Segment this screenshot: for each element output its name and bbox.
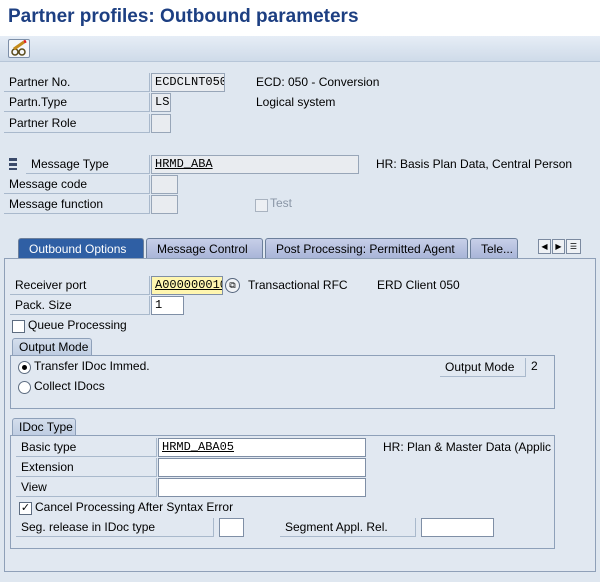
page-title: Partner profiles: Outbound parameters xyxy=(8,6,359,27)
tab-outbound-options[interactable]: Outbound Options xyxy=(18,238,144,259)
basic-type-description: HR: Plan & Master Data (Applic xyxy=(383,440,551,454)
view-field[interactable] xyxy=(158,478,366,497)
tab-scroll-left-icon[interactable]: ◀ xyxy=(538,239,551,254)
tab-message-control[interactable]: Message Control xyxy=(146,238,263,258)
extension-label: Extension xyxy=(16,458,157,477)
message-type-field[interactable]: HRMD_ABA xyxy=(151,155,359,174)
extension-field[interactable] xyxy=(158,458,366,477)
tab-telephony[interactable]: Tele... xyxy=(470,238,518,258)
output-mode-value: 2 xyxy=(531,359,538,373)
message-type-description: HR: Basis Plan Data, Central Person xyxy=(376,157,573,171)
partner-role-label: Partner Role xyxy=(4,114,150,133)
partner-no-description: ECD: 050 - Conversion xyxy=(256,75,380,89)
partner-role-field[interactable] xyxy=(151,114,171,133)
partner-type-label: Partn.Type xyxy=(4,93,150,112)
partner-type-field[interactable]: LS xyxy=(151,93,171,112)
required-entry-icon xyxy=(8,157,18,171)
queue-processing-checkbox[interactable] xyxy=(12,320,25,333)
receiver-port-field[interactable]: A000000010 xyxy=(151,276,223,295)
receiver-port-label: Receiver port xyxy=(10,276,150,295)
message-code-field[interactable] xyxy=(151,175,178,194)
pack-size-label: Pack. Size xyxy=(10,296,150,315)
tab-post-processing[interactable]: Post Processing: Permitted Agent xyxy=(265,238,468,258)
transfer-immediately-radio[interactable] xyxy=(18,361,31,374)
view-label: View xyxy=(16,478,157,497)
pack-size-field[interactable]: 1 xyxy=(151,296,184,315)
receiver-port-type: Transactional RFC xyxy=(248,278,348,292)
test-checkbox[interactable] xyxy=(255,199,268,212)
message-function-label: Message function xyxy=(4,195,150,214)
partner-no-label: Partner No. xyxy=(4,73,150,92)
output-mode-label: Output Mode xyxy=(440,358,526,377)
segment-appl-rel-label: Segment Appl. Rel. xyxy=(280,518,416,537)
seg-release-label: Seg. release in IDoc type xyxy=(16,518,214,537)
title-bar: Partner profiles: Outbound parameters xyxy=(0,0,600,36)
message-code-label: Message code xyxy=(4,175,150,194)
receiver-port-description: ERD Client 050 xyxy=(377,278,460,292)
basic-type-label: Basic type xyxy=(16,438,157,457)
cancel-processing-checkbox[interactable]: ✓ xyxy=(19,502,32,515)
value-help-icon[interactable]: ⧉ xyxy=(225,278,240,293)
pencil-glasses-icon xyxy=(11,39,27,56)
output-mode-group-title: Output Mode xyxy=(12,338,92,355)
message-function-field[interactable] xyxy=(151,195,178,214)
collect-idocs-radio[interactable] xyxy=(18,381,31,394)
transfer-immediately-label: Transfer IDoc Immed. xyxy=(34,359,150,373)
queue-processing-label: Queue Processing xyxy=(28,318,127,332)
display-change-button[interactable] xyxy=(8,39,30,58)
tab-scroll-right-icon[interactable]: ▶ xyxy=(552,239,565,254)
idoc-type-group-title: IDoc Type xyxy=(12,418,76,435)
seg-release-field[interactable] xyxy=(219,518,244,537)
collect-idocs-label: Collect IDocs xyxy=(34,379,105,393)
test-label: Test xyxy=(270,196,293,210)
partner-type-description: Logical system xyxy=(256,95,336,109)
message-type-label: Message Type xyxy=(26,155,150,174)
application-toolbar xyxy=(0,36,600,62)
cancel-processing-label: Cancel Processing After Syntax Error xyxy=(35,500,234,514)
partner-no-field[interactable]: ECDCLNT050 xyxy=(151,73,225,92)
tab-list-icon[interactable]: ☰ xyxy=(566,239,581,254)
basic-type-field[interactable]: HRMD_ABA05 xyxy=(158,438,366,457)
segment-appl-rel-field[interactable] xyxy=(421,518,494,537)
